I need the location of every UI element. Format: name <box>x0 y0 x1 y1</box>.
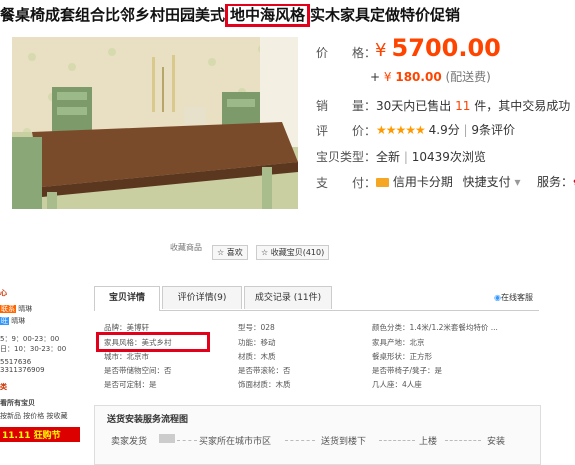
attr-finish: 饰面材质：木质 <box>238 380 291 389</box>
sales-count: 11 <box>455 99 471 113</box>
title-highlight: 地中海风格 <box>225 4 311 27</box>
flow-line-3 <box>379 440 415 442</box>
promo-banner[interactable]: 11.11 狂购节 <box>0 427 80 442</box>
attr-function: 功能：移动 <box>238 338 276 347</box>
rating-info[interactable]: ★★★★★ 4.9分 | 9条评价 <box>376 121 515 138</box>
product-photo[interactable] <box>12 37 298 209</box>
price: ¥ 5700.00 <box>375 34 501 62</box>
style-highlight-box <box>96 332 210 352</box>
wangwang-icon[interactable]: 旺 <box>0 317 9 325</box>
price-value: 5700.00 <box>391 34 501 62</box>
attr-chairs: 是否带椅子/凳子：是 <box>372 366 443 375</box>
attr-wheels: 是否带滚轮：否 <box>238 366 291 375</box>
step-city: 买家所在城市市区 <box>199 437 272 447</box>
flow-line-4 <box>445 440 481 442</box>
pay-credit-link[interactable]: 信用卡分期 <box>393 175 453 189</box>
title-text-tail: 实木家具定做特价促销 <box>310 6 461 24</box>
favorite-note: 收藏商品 <box>170 243 202 252</box>
rating-stars-icon: ★★★★★ <box>376 123 426 137</box>
flow-line <box>177 440 197 442</box>
attr-storage: 是否带储物空间：否 <box>104 366 172 375</box>
service: 服务：✿ <box>537 173 575 190</box>
service-label: 服务： <box>537 175 574 189</box>
pay-label: 支 付： <box>316 176 377 190</box>
phone-1: 5517636 <box>0 358 32 366</box>
credit-card-icon <box>376 178 389 187</box>
contact-row-2: 旺 晴琳 <box>0 316 80 326</box>
rating-label: 评 价： <box>316 124 377 138</box>
favorite-action[interactable]: ☆ 喜欢 <box>212 240 248 260</box>
type-info: 全新 | 10439次浏览 <box>376 148 486 165</box>
tab-details[interactable]: 宝贝详情 <box>94 286 160 311</box>
collect-action[interactable]: ☆ 收藏宝贝(410) <box>256 240 330 260</box>
shop-sidebar: 心 联系 晴琳 旺 晴琳 5：9：00-23：00 日：10：30-23：00 … <box>0 288 80 463</box>
rating-count-link[interactable]: 9条评价 <box>471 123 515 137</box>
sidebar-heading: 心 <box>0 289 7 297</box>
detail-tabs: 宝贝详情 评价详情(9) 成交记录 (11件) ◉在线客服 <box>94 286 539 311</box>
step-ship: 卖家发货 <box>111 437 148 447</box>
price-label: 价 格： <box>316 46 377 60</box>
contact-badge[interactable]: 联系 <box>0 305 16 313</box>
shipping-value: 180.00 <box>395 70 442 84</box>
contact-row: 联系 晴琳 <box>0 304 80 314</box>
sales-suffix: 件，其中交易成功 <box>474 99 571 113</box>
step-install: 安装 <box>487 437 506 447</box>
attr-seats: 几人座：4人座 <box>372 380 422 389</box>
tab-reviews[interactable]: 评价详情(9) <box>162 286 242 309</box>
furniture-image <box>12 37 298 209</box>
delivery-process: 送货安装服务流程图 卖家发货 买家所在城市市区 送货到楼下 上楼 安装 <box>94 405 541 465</box>
attr-custom: 是否可定制：是 <box>104 380 157 389</box>
shipping-note: (配送费) <box>445 70 491 84</box>
attr-city: 城市：北京市 <box>104 352 149 361</box>
attribute-list: 品牌：美博轩 型号：028 颜色分类：1.4米/1.2米套餐均特价 ... 家具… <box>104 318 544 398</box>
attr-color: 颜色分类：1.4米/1.2米套餐均特价 ... <box>372 323 498 332</box>
shipping-plus: + <box>370 70 381 84</box>
tab-transactions[interactable]: 成交记录 (11件) <box>244 286 332 309</box>
attr-shape: 餐桌形状：正方形 <box>372 352 432 361</box>
sort-fav-link[interactable]: 按收藏 <box>46 412 67 420</box>
sort-links: 按新品 按价格 按收藏 <box>0 411 80 421</box>
hours-weekday: 5：9：00-23：00 <box>0 335 60 343</box>
step-upstairs: 上楼 <box>419 437 438 447</box>
favorite-button[interactable]: ☆ 喜欢 <box>212 245 248 260</box>
phone-2: 3311376909 <box>0 366 45 374</box>
sort-new-link[interactable]: 按新品 <box>0 412 21 420</box>
attr-origin: 家具产地：北京 <box>372 338 425 347</box>
sort-price-link[interactable]: 按价格 <box>23 412 44 420</box>
price-currency: ¥ <box>375 40 387 61</box>
shipping: + ¥ 180.00 (配送费) <box>370 68 491 85</box>
view-all-items-link[interactable]: 看所有宝贝 <box>0 398 80 408</box>
online-service-label: 在线客服 <box>501 293 533 302</box>
attr-material: 材质：木质 <box>238 352 276 361</box>
pay-quick-link[interactable]: 快捷支付 <box>463 175 511 189</box>
shipping-currency: ¥ <box>383 70 392 84</box>
chat-icon: ◉ <box>494 293 501 302</box>
rating-score: 4.9分 <box>428 123 460 137</box>
pay-options: 信用卡分期 快捷支付 ▾ <box>376 173 521 190</box>
sidebar-category-heading: 类 <box>0 383 7 391</box>
pay-more-icon[interactable]: ▾ <box>515 175 521 189</box>
truck-icon <box>159 434 175 443</box>
type-views: 10439次浏览 <box>411 150 486 164</box>
type-sep: | <box>403 150 408 164</box>
product-title: 餐桌椅成套组合比邻乡村田园美式 地中海风格 实木家具定做特价促销 <box>0 4 575 32</box>
sales-label: 销 量： <box>316 99 377 113</box>
sales-info: 30天内已售出 11 件，其中交易成功 8件 <box>376 97 575 114</box>
rating-sep: | <box>463 123 468 137</box>
contact-name-2[interactable]: 晴琳 <box>11 317 25 325</box>
delivery-title: 送货安装服务流程图 <box>107 415 189 425</box>
sales-prefix: 30天内已售出 <box>376 99 452 113</box>
flow-line-2 <box>285 440 315 442</box>
contact-name[interactable]: 晴琳 <box>18 305 32 313</box>
title-text: 餐桌椅成套组合比邻乡村田园美式 <box>0 6 226 24</box>
type-value: 全新 <box>376 150 401 164</box>
hours-weekend: 日：10：30-23：00 <box>0 345 67 353</box>
attr-model: 型号：028 <box>238 323 275 332</box>
online-service-link[interactable]: ◉在线客服 <box>494 292 533 303</box>
collect-button[interactable]: ☆ 收藏宝贝(410) <box>256 245 330 260</box>
step-downstairs: 送货到楼下 <box>321 437 367 447</box>
type-label: 宝贝类型： <box>316 150 377 164</box>
